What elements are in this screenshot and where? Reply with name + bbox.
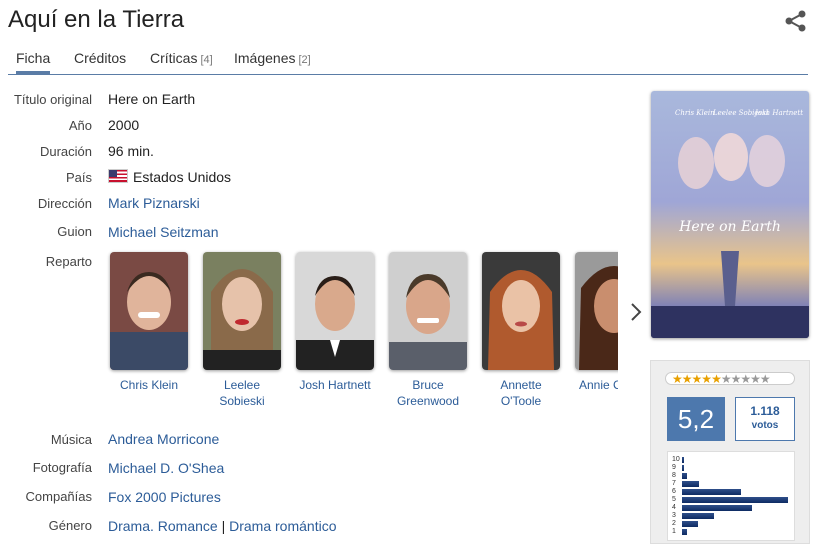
duration-label: Duración [39, 144, 92, 159]
average-rating: 5,2 [667, 397, 725, 441]
cast-photo [203, 252, 281, 370]
cast-name: Chris Klein [119, 378, 179, 392]
cast-photo [296, 252, 374, 370]
cast-photo [482, 252, 560, 370]
histogram-label: 6 [672, 488, 676, 495]
histogram-label: 4 [672, 504, 676, 511]
cast-name: Bruce Greenwood [396, 378, 460, 408]
photography-label: Fotografía [32, 460, 92, 475]
duration-value: 96 min. [108, 143, 154, 159]
star-icon: ★ [730, 372, 742, 386]
cast-photo [110, 252, 188, 370]
histogram-bar [682, 456, 684, 463]
writer-label: Guion [57, 224, 92, 239]
tab-imagenes[interactable]: Imágenes [2] [234, 50, 311, 66]
star-icon: ★ [672, 372, 683, 386]
cast-name: Josh Hartnett [299, 378, 371, 392]
vote-label: votos [751, 420, 779, 431]
histogram-label: 1 [672, 528, 676, 535]
music-link[interactable]: Andrea Morricone [108, 431, 219, 447]
us-flag-icon [108, 169, 128, 183]
star-icon: ★ [681, 372, 693, 386]
genre-value: Drama. Romance | Drama romántico [108, 518, 337, 534]
genre-link[interactable]: Drama. Romance [108, 518, 218, 534]
cast-name: Annette O'Toole [500, 378, 542, 408]
poster-title: Here on Earth [678, 219, 781, 235]
original-title-label: Título original [13, 92, 92, 107]
rating-histogram: 10 9 8 7 6 5 4 3 2 1 [667, 451, 795, 541]
cast-member[interactable]: Annie C [573, 252, 618, 393]
year-value: 2000 [108, 117, 140, 133]
cast-name: Annie C [579, 378, 618, 392]
country-label: País [65, 170, 92, 185]
histogram-label: 2 [672, 520, 676, 527]
cast-photo [389, 252, 467, 370]
cast-member[interactable]: Chris Klein [108, 252, 190, 393]
topic-link[interactable]: Drama romántico [229, 518, 336, 534]
histogram-bar [682, 464, 685, 471]
star-icon: ★ [750, 372, 761, 386]
histogram-label: 10 [672, 456, 680, 463]
histogram-bar [682, 488, 742, 495]
histogram-label: 9 [672, 464, 676, 471]
histogram-bar [682, 512, 714, 519]
star-icon: ★ [711, 372, 722, 386]
star-icon: ★ [691, 372, 703, 386]
cast-carousel: Chris Klein Leelee Sobieski Josh Hartnet… [100, 248, 618, 418]
star-icon: ★ [759, 372, 771, 386]
cast-member[interactable]: Annette O'Toole [480, 252, 562, 409]
genre-separator: | [221, 518, 226, 534]
cast-member[interactable]: Josh Hartnett [294, 252, 376, 393]
star-icon: ★ [720, 372, 732, 386]
cast-member[interactable]: Bruce Greenwood [387, 252, 469, 409]
chevron-right-icon[interactable] [628, 298, 644, 326]
histogram-bar [682, 480, 699, 487]
country-name: Estados Unidos [133, 169, 232, 185]
rating-panel: ★★★★★★★★★★ 5,2 1.118 votos 10 9 8 7 6 5 4 3 2 1 [650, 360, 810, 544]
year-label: Año [68, 118, 92, 133]
tab-creditos[interactable]: Créditos [74, 50, 126, 66]
poster-credit: Josh Hartnett [753, 109, 803, 117]
histogram-label: 7 [672, 480, 676, 487]
country-value: Estados Unidos [108, 169, 231, 185]
star-icon: ★ [701, 372, 712, 386]
writer-link[interactable]: Michael Seitzman [108, 224, 219, 240]
tab-criticas[interactable]: Críticas [4] [150, 50, 213, 66]
director-link[interactable]: Mark Piznarski [108, 195, 200, 211]
photography-link[interactable]: Michael D. O'Shea [108, 460, 224, 476]
page-title: Aquí en la Tierra [8, 6, 185, 33]
histogram-bar [682, 520, 698, 527]
share-icon[interactable] [784, 10, 808, 32]
vote-count[interactable]: 1.118 votos [735, 397, 795, 441]
tab-bar: Ficha Créditos Críticas [4] Imágenes [2] [8, 46, 808, 75]
histogram-label: 3 [672, 512, 676, 519]
cast-photo [575, 252, 618, 370]
histogram-bar [682, 528, 688, 535]
movie-poster[interactable]: Chris Klein Leelee Sobieski Josh Hartnet… [651, 91, 809, 338]
director-label: Dirección [37, 196, 92, 211]
cast-name: Leelee Sobieski [219, 378, 265, 408]
vote-number: 1.118 [750, 404, 780, 418]
histogram-bar [682, 504, 752, 511]
original-title-value: Here on Earth [108, 91, 196, 107]
cast-label: Reparto [45, 254, 92, 269]
companies-link[interactable]: Fox 2000 Pictures [108, 489, 221, 505]
tab-ficha[interactable]: Ficha [16, 50, 51, 74]
histogram-bar [682, 496, 788, 503]
star-rating: ★★★★★★★★★★ [665, 372, 795, 386]
star-icon: ★ [740, 372, 751, 386]
poster-credit: Chris Klein [675, 109, 715, 117]
histogram-label: 8 [672, 472, 676, 479]
histogram-label: 5 [672, 496, 676, 503]
music-label: Música [50, 432, 92, 447]
cast-member[interactable]: Leelee Sobieski [201, 252, 283, 409]
companies-label: Compañías [25, 489, 92, 504]
genre-label: Género [48, 518, 92, 533]
histogram-bar [682, 472, 688, 479]
